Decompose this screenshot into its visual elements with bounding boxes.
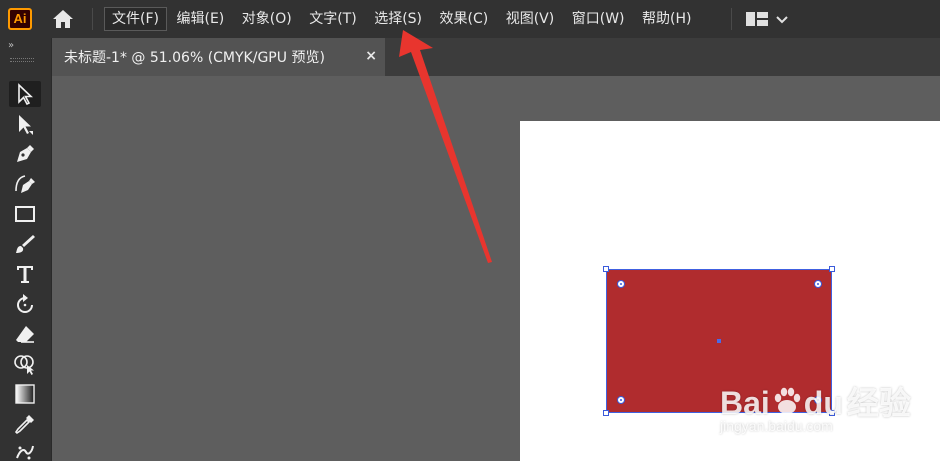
menu-effect[interactable]: 效果(C) [432, 7, 497, 31]
document-tab[interactable]: 未标题-1* @ 51.06% (CMYK/GPU 预览) × [52, 38, 385, 76]
corner-radius-widget[interactable] [814, 280, 822, 288]
document-tab-title: 未标题-1* @ 51.06% (CMYK/GPU 预览) [64, 50, 325, 66]
eraser-tool[interactable] [9, 321, 41, 347]
watermark-brand-suffix: du [803, 385, 843, 421]
menu-view[interactable]: 视图(V) [498, 7, 563, 31]
rotate-icon [17, 294, 33, 313]
close-icon[interactable]: × [365, 47, 377, 65]
workspace-switcher-button[interactable] [745, 8, 793, 30]
rotate-tool[interactable] [9, 291, 41, 317]
selection-tool[interactable] [9, 81, 41, 107]
rectangle-icon [15, 206, 35, 222]
watermark-url: jingyan.baidu.com [720, 418, 833, 434]
menu-divider [92, 8, 93, 30]
selection-arrow-icon [18, 83, 33, 105]
menu-select[interactable]: 选择(S) [366, 7, 430, 31]
tools-panel: » [0, 38, 52, 461]
shape-builder-tool[interactable] [9, 351, 41, 377]
rectangle-tool[interactable] [9, 201, 41, 227]
baidu-paw-icon [774, 387, 800, 414]
menu-bar: Ai 文件(F) 编辑(E) 对象(O) 文字(T) 选择(S) 效果(C) 视… [0, 0, 940, 38]
gradient-icon [15, 384, 35, 404]
toolbar-collapse-toggle[interactable]: » [8, 40, 14, 51]
main-menu: 文件(F) 编辑(E) 对象(O) 文字(T) 选择(S) 效果(C) 视图(V… [104, 7, 701, 31]
menu-edit[interactable]: 编辑(E) [168, 7, 232, 31]
menu-help[interactable]: 帮助(H) [634, 7, 699, 31]
watermark-brand-text: Bai [720, 385, 770, 421]
home-button[interactable] [46, 6, 80, 32]
corner-radius-widget[interactable] [617, 396, 625, 404]
bounding-box-handle[interactable] [603, 410, 609, 416]
curvature-pen-icon [15, 175, 35, 193]
menu-type[interactable]: 文字(T) [301, 7, 364, 31]
chevron-down-icon [776, 16, 788, 24]
symbol-sprayer-icon [16, 445, 34, 460]
bounding-box-handle[interactable] [829, 266, 835, 272]
shape-builder-icon [14, 355, 34, 375]
shape-center-point [717, 339, 721, 343]
corner-radius-widget[interactable] [617, 280, 625, 288]
paintbrush-icon [16, 235, 35, 253]
toolbar-grip[interactable] [10, 58, 34, 62]
gradient-tool[interactable] [9, 381, 41, 407]
bounding-box-handle[interactable] [603, 266, 609, 272]
menu-window[interactable]: 窗口(W) [564, 7, 633, 31]
menu-file[interactable]: 文件(F) [104, 7, 167, 31]
paintbrush-tool[interactable] [9, 231, 41, 257]
menu-divider [731, 8, 732, 30]
document-tab-bar: 未标题-1* @ 51.06% (CMYK/GPU 预览) × [52, 38, 940, 76]
eyedropper-tool[interactable] [9, 411, 41, 437]
workspace-layout-icon [746, 12, 768, 26]
type-icon [17, 266, 33, 283]
menu-object[interactable]: 对象(O) [234, 7, 300, 31]
baidu-jingyan-watermark: Bai du 经验 jingyan.baidu.com [720, 358, 920, 448]
eyedropper-icon [14, 415, 34, 435]
pen-tool[interactable] [9, 141, 41, 167]
app-logo: Ai [8, 8, 32, 30]
watermark-brand-cn: 经验 [846, 385, 911, 421]
home-icon [53, 10, 73, 28]
direct-selection-tool[interactable] [9, 111, 41, 137]
direct-selection-arrow-icon [19, 115, 33, 135]
type-tool[interactable] [9, 261, 41, 287]
symbol-sprayer-tool[interactable] [9, 439, 41, 461]
eraser-icon [16, 326, 34, 343]
pen-icon [17, 145, 34, 162]
curvature-tool[interactable] [9, 171, 41, 197]
